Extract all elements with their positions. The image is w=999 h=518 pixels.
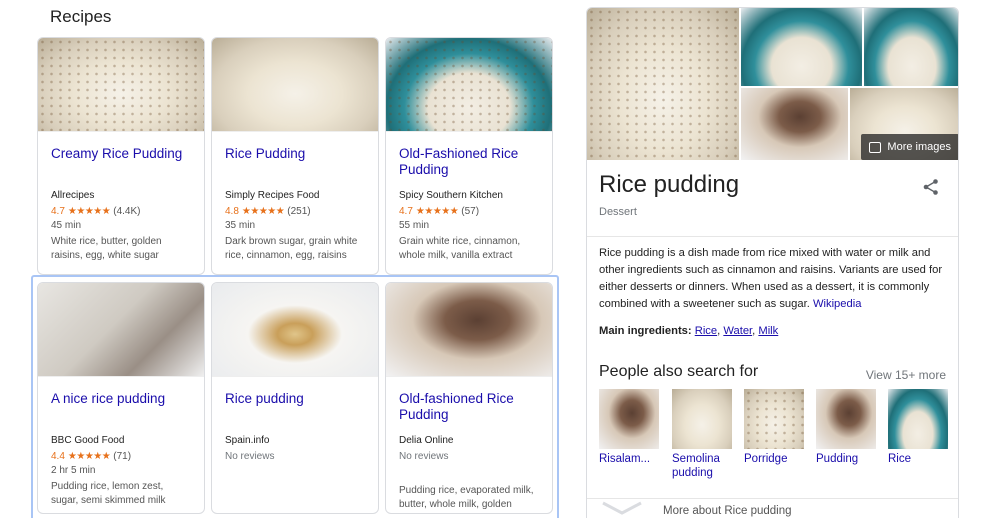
panel-description: Rice pudding is a dish made from rice mi… (599, 245, 949, 313)
star-rating-icon: ★★★★★ (241, 206, 285, 217)
recipe-image (386, 38, 552, 132)
chevron-down-icon (602, 501, 642, 515)
recipe-ingredients: White rice, butter, golden raisins, egg,… (51, 236, 162, 261)
more-about-label: More about Rice pudding (663, 505, 792, 517)
recipe-source: Delia Online (399, 435, 454, 446)
pasf-label[interactable]: Pudding (816, 452, 876, 466)
pasf-image (816, 389, 876, 449)
recipe-card[interactable]: Rice Pudding Simply Recipes Food 4.8 ★★★… (211, 37, 379, 275)
rating-value: 4.7 (51, 206, 65, 217)
description-text: Rice pudding is a dish made from rice mi… (599, 247, 943, 310)
recipe-rating: 4.8 ★★★★★ (251) (225, 206, 366, 217)
gallery-image[interactable] (864, 8, 958, 86)
pasf-item[interactable]: Rice (888, 389, 948, 466)
star-rating-icon: ★★★★★ (67, 451, 111, 462)
image-gallery[interactable]: More images (587, 8, 958, 160)
ingredients-label: Main ingredients: (599, 325, 692, 337)
more-about-row[interactable]: More about Rice pudding (587, 498, 958, 518)
review-count: (71) (113, 451, 132, 462)
recipe-image (38, 283, 204, 377)
pasf-image (888, 389, 948, 449)
pasf-item[interactable]: Pudding (816, 389, 876, 466)
share-icon[interactable] (922, 178, 940, 196)
no-reviews-label: No reviews (225, 451, 275, 462)
recipe-title[interactable]: A nice rice pudding (51, 391, 192, 425)
pasf-label[interactable]: Risalam... (599, 452, 659, 466)
recipe-source: Spain.info (225, 435, 270, 446)
section-title: Recipes (50, 7, 112, 26)
pasf-item[interactable]: Porridge (744, 389, 804, 466)
gallery-image[interactable] (741, 88, 848, 160)
recipe-image (386, 283, 552, 377)
rating-value: 4.7 (399, 206, 413, 217)
image-icon (869, 141, 882, 153)
pasf-label[interactable]: Semolina pudding (672, 452, 732, 480)
star-rating-icon: ★★★★★ (415, 206, 459, 217)
pasf-item[interactable]: Risalam... (599, 389, 659, 466)
gallery-image[interactable] (587, 8, 739, 160)
knowledge-panel: More images Rice pudding Dessert Rice pu… (586, 7, 959, 518)
recipe-rating: 4.4 ★★★★★ (71) (51, 451, 192, 462)
recipe-card[interactable]: Old-Fashioned Rice Pudding Spicy Souther… (385, 37, 553, 275)
recipe-time: 2 hr 5 min (51, 465, 96, 476)
ingredient-link[interactable]: Milk (758, 325, 778, 337)
pasf-image (672, 389, 732, 449)
more-images-button[interactable]: More images (861, 134, 958, 160)
review-count: (4.4K) (113, 206, 141, 217)
recipe-time: 35 min (225, 220, 256, 231)
pasf-image (599, 389, 659, 449)
recipe-time: 55 min (399, 220, 430, 231)
view-more-link[interactable]: View 15+ more (866, 368, 946, 382)
recipe-source: Simply Recipes Food (225, 190, 320, 201)
recipe-ingredients: Pudding rice, lemon zest, sugar, semi sk… (51, 481, 166, 506)
recipe-source: Allrecipes (51, 190, 95, 201)
recipe-card[interactable]: Creamy Rice Pudding Allrecipes 4.7 ★★★★★… (37, 37, 205, 275)
recipe-ingredients: Grain white rice, cinnamon, whole milk, … (399, 236, 521, 261)
ingredient-link[interactable]: Rice (695, 325, 717, 337)
recipe-ingredients: Pudding rice, evaporated milk, butter, w… (399, 485, 534, 510)
pasf-title: People also search for (599, 363, 759, 380)
pasf-image (744, 389, 804, 449)
search-results-page: Recipes Creamy Rice Pudding Allrecipes 4… (0, 0, 999, 518)
panel-title: Rice pudding (599, 171, 740, 198)
pasf-label[interactable]: Porridge (744, 452, 804, 466)
review-count: (251) (287, 206, 311, 217)
star-rating-icon: ★★★★★ (67, 206, 111, 217)
rating-value: 4.8 (225, 206, 239, 217)
rating-value: 4.4 (51, 451, 65, 462)
gallery-image[interactable] (741, 8, 862, 86)
recipe-image (212, 38, 378, 132)
recipe-title[interactable]: Old-Fashioned Rice Pudding (399, 146, 540, 180)
pasf-item[interactable]: Semolina pudding (672, 389, 732, 480)
recipe-title[interactable]: Old-fashioned Rice Pudding (399, 391, 540, 425)
recipe-rating: 4.7 ★★★★★ (57) (399, 206, 540, 217)
recipe-title[interactable]: Creamy Rice Pudding (51, 146, 192, 180)
wikipedia-link[interactable]: Wikipedia (813, 298, 862, 310)
recipe-image (38, 38, 204, 132)
ingredient-link[interactable]: Water (723, 325, 752, 337)
no-reviews-label: No reviews (399, 451, 449, 462)
recipe-title[interactable]: Rice Pudding (225, 146, 366, 180)
recipe-ingredients: Dark brown sugar, grain white rice, cinn… (225, 236, 358, 261)
divider (587, 236, 958, 237)
recipe-title[interactable]: Rice pudding (225, 391, 366, 425)
recipe-card[interactable]: Old-fashioned Rice Pudding Delia Online … (385, 282, 553, 514)
panel-subtitle: Dessert (599, 206, 637, 218)
recipe-source: Spicy Southern Kitchen (399, 190, 503, 201)
recipe-card[interactable]: Rice pudding Spain.info No reviews (211, 282, 379, 514)
recipe-card[interactable]: A nice rice pudding BBC Good Food 4.4 ★★… (37, 282, 205, 514)
recipe-source: BBC Good Food (51, 435, 125, 446)
pasf-label[interactable]: Rice (888, 452, 948, 466)
recipe-time: 45 min (51, 220, 82, 231)
more-images-label: More images (887, 141, 951, 153)
review-count: (57) (461, 206, 480, 217)
main-ingredients: Main ingredients: Rice, Water, Milk (599, 325, 779, 337)
recipe-rating: 4.7 ★★★★★ (4.4K) (51, 206, 192, 217)
recipe-image (212, 283, 378, 377)
